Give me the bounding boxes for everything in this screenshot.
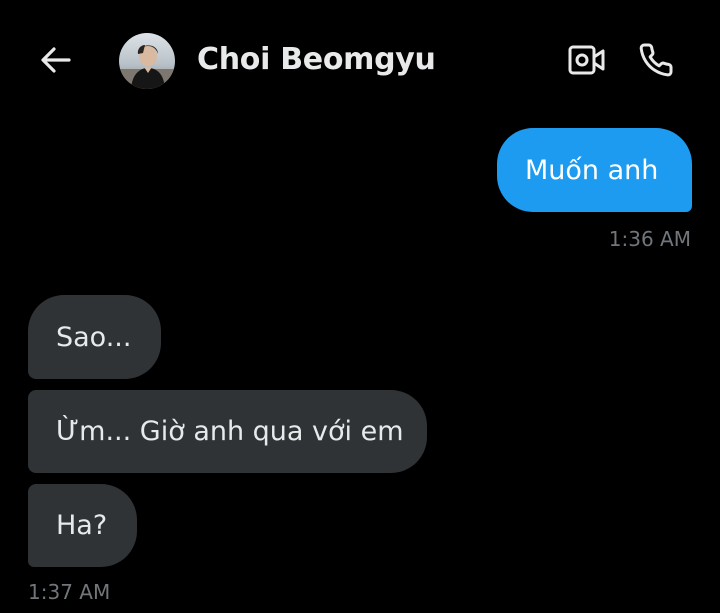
phone-icon xyxy=(639,43,673,77)
contact-name[interactable]: Choi Beomgyu xyxy=(197,42,436,77)
message-bubble-received[interactable]: Sao... xyxy=(28,295,161,379)
message-bubble-sent[interactable]: Muốn anh xyxy=(497,128,692,212)
message-text: Sao... xyxy=(56,321,132,353)
video-camera-icon xyxy=(568,45,605,75)
avatar[interactable] xyxy=(119,33,175,89)
arrow-left-icon xyxy=(41,47,71,73)
message-text: Ừm... Giờ anh qua với em xyxy=(56,416,404,447)
message-bubble-received[interactable]: Ừm... Giờ anh qua với em xyxy=(28,390,427,473)
message-text: Muốn anh xyxy=(525,154,659,186)
message-bubble-received[interactable]: Ha? xyxy=(28,484,137,567)
voice-call-button[interactable] xyxy=(636,40,676,80)
message-timestamp: 1:36 AM xyxy=(608,227,691,251)
message-timestamp: 1:37 AM xyxy=(28,580,111,604)
video-call-button[interactable] xyxy=(567,40,607,80)
back-button[interactable] xyxy=(36,40,76,80)
message-text: Ha? xyxy=(56,510,108,541)
chat-header: Choi Beomgyu xyxy=(0,0,720,122)
profile-photo xyxy=(119,33,175,89)
